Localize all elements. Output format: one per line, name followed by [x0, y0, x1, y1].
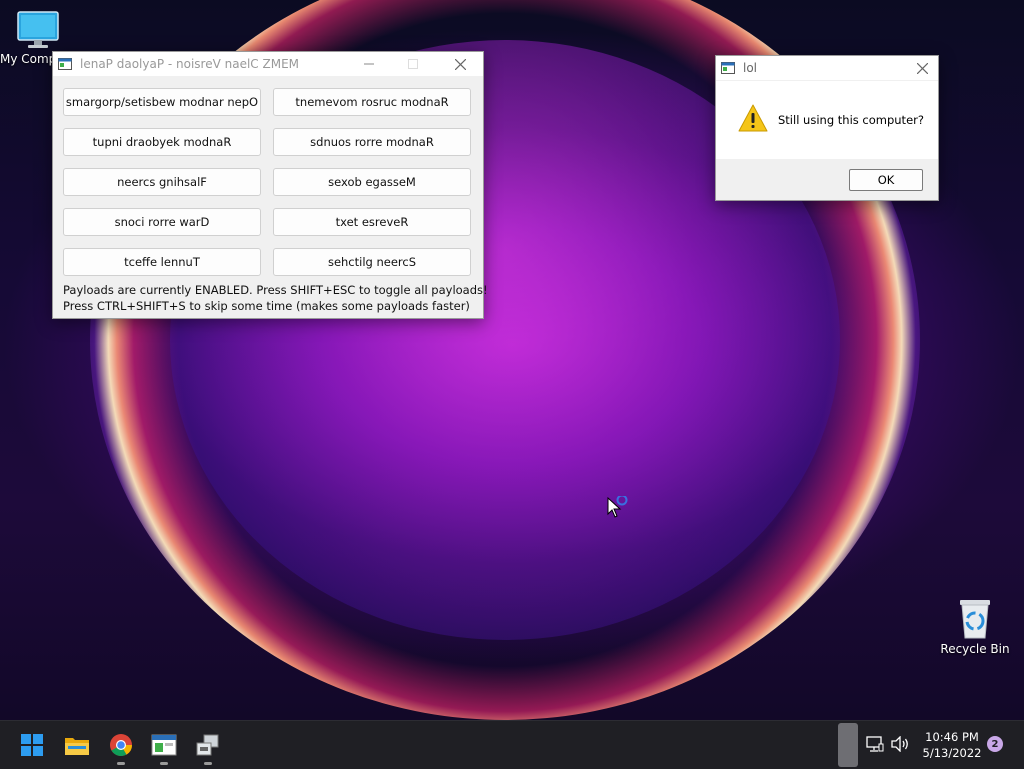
taskbar-memz-app[interactable] [148, 729, 180, 765]
close-icon [454, 58, 466, 70]
chrome-icon [110, 734, 132, 756]
status-line-enabled: Payloads are currently ENABLED. Press SH… [63, 283, 488, 297]
desktop-icon-label: Recycle Bin [940, 642, 1010, 656]
running-indicator [204, 762, 212, 765]
show-desktop-button[interactable] [838, 723, 858, 767]
windows-start-icon [21, 734, 43, 756]
start-button[interactable] [16, 729, 48, 761]
network-icon[interactable] [866, 736, 884, 752]
payload-button-random-keyboard-input[interactable]: tupni draobyek modnaR [63, 128, 261, 156]
message-box-titlebar[interactable]: lol [716, 56, 938, 80]
window-app-icon [721, 62, 735, 74]
payload-button-reverse-text[interactable]: txet esreveR [273, 208, 471, 236]
close-icon [916, 62, 928, 74]
busy-cursor-icon [607, 496, 628, 518]
taskbar-file-explorer[interactable] [61, 729, 93, 761]
payload-button-tunnel-effect[interactable]: tceffe lennuT [63, 248, 261, 276]
volume-icon[interactable] [890, 736, 910, 752]
running-indicator [117, 762, 125, 765]
payload-button-random-error-sounds[interactable]: sdnuos rorre modnaR [273, 128, 471, 156]
payload-button-open-random-websites[interactable]: smargorp/setisbew modnar nepO [63, 88, 261, 116]
ok-button[interactable]: OK [849, 169, 923, 191]
payload-button-flashing-screen[interactable]: neercs gnihsalF [63, 168, 261, 196]
message-box-title: lol [743, 61, 758, 75]
minimize-button[interactable] [347, 52, 391, 76]
maximize-button[interactable] [391, 52, 435, 76]
status-line-skip-time: Press CTRL+SHIFT+S to skip some time (ma… [63, 299, 470, 313]
running-indicator [160, 762, 168, 765]
memz-titlebar[interactable]: lenaP daolyaP - noisreV naelC ZMEM [53, 52, 483, 76]
close-button[interactable] [438, 52, 482, 76]
warning-icon [738, 104, 768, 132]
clock-date: 5/13/2022 [922, 746, 982, 760]
message-box-body: Still using this computer? [716, 81, 938, 159]
recycle-bin-icon [960, 600, 990, 639]
monitor-icon [17, 11, 59, 48]
payload-button-random-cursor-movement[interactable]: tnemevom rosruc modnaR [273, 88, 471, 116]
notification-badge[interactable]: 2 [987, 736, 1003, 752]
window-app-icon [151, 734, 177, 756]
taskbar-setup-app[interactable] [192, 729, 224, 765]
taskbar-clock[interactable]: 10:46 PM 5/13/2022 [910, 729, 994, 761]
close-button[interactable] [900, 56, 944, 80]
taskbar: 10:46 PM 5/13/2022 2 [0, 720, 1024, 769]
clock-time: 10:46 PM [925, 730, 979, 744]
payload-status-text: Payloads are currently ENABLED. Press SH… [63, 282, 488, 314]
payload-button-message-boxes[interactable]: sexob egasseM [273, 168, 471, 196]
desktop-icon-recycle-bin[interactable]: Recycle Bin [938, 596, 1012, 656]
payload-button-screen-glitches[interactable]: sehctilg neercS [273, 248, 471, 276]
installer-icon [196, 734, 219, 756]
message-box-window: lol Still using this computer? OK [715, 55, 939, 201]
folder-icon [65, 738, 89, 755]
maximize-icon [408, 59, 418, 69]
window-app-icon [58, 58, 72, 70]
message-box-text: Still using this computer? [778, 113, 924, 127]
minimize-icon [364, 63, 374, 65]
memz-payload-panel-window: lenaP daolyaP - noisreV naelC ZMEM smarg… [52, 51, 488, 319]
payload-button-draw-error-icons[interactable]: snoci rorre warD [63, 208, 261, 236]
memz-window-title: lenaP daolyaP - noisreV naelC ZMEM [80, 57, 300, 71]
taskbar-chrome[interactable] [105, 729, 137, 765]
